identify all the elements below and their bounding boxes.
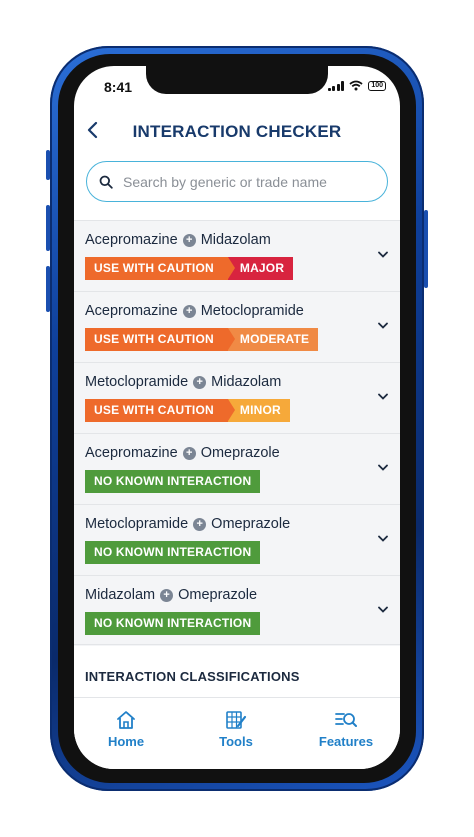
- search-input[interactable]: [123, 173, 387, 190]
- drug-b-label: Midazolam: [200, 232, 271, 248]
- badge-group: USE WITH CAUTION MODERATE: [85, 328, 319, 351]
- plus-icon: +: [182, 446, 196, 460]
- drug-pair: Acepromazine + Midazolam: [85, 232, 271, 248]
- interaction-row[interactable]: Metoclopramide + Omeprazole NO KNOWN INT…: [74, 504, 400, 574]
- chevron-down-icon[interactable]: [378, 464, 388, 471]
- drug-a-label: Metoclopramide: [85, 374, 189, 390]
- drug-pair: Acepromazine + Metoclopramide: [85, 303, 304, 319]
- tab-label: Features: [318, 734, 374, 749]
- interaction-row[interactable]: Acepromazine + Midazolam USE WITH CAUTIO…: [74, 220, 400, 290]
- app-header: INTERACTION CHECKER: [74, 110, 400, 150]
- drug-pair: Metoclopramide + Omeprazole: [85, 516, 290, 532]
- plus-icon: +: [193, 375, 207, 389]
- interaction-row[interactable]: Acepromazine + Omeprazole NO KNOWN INTER…: [74, 433, 400, 503]
- signal-icon: [327, 80, 345, 91]
- drug-pair: Acepromazine + Omeprazole: [85, 445, 280, 461]
- phone-side-button: [46, 266, 50, 312]
- interaction-list: Acepromazine + Midazolam USE WITH CAUTIO…: [74, 220, 400, 646]
- interaction-row[interactable]: Midazolam + Omeprazole NO KNOWN INTERACT…: [74, 575, 400, 645]
- badge-group: USE WITH CAUTION MINOR: [85, 399, 290, 422]
- tools-icon: [226, 711, 247, 729]
- severity-badge: MODERATE: [227, 328, 319, 351]
- badge-group: NO KNOWN INTERACTION: [85, 470, 261, 493]
- drug-b-label: Omeprazole: [200, 445, 280, 461]
- app-screen: 8:41 100 INTERACTION CHECKER Acepromazin…: [74, 66, 400, 769]
- caution-badge: USE WITH CAUTION: [85, 257, 228, 280]
- caution-badge: USE WITH CAUTION: [85, 328, 228, 351]
- battery-icon: 100: [368, 80, 386, 91]
- tab-features[interactable]: Features: [306, 710, 386, 749]
- bottom-tab-bar: Home Tools Features: [74, 697, 400, 769]
- drug-a-label: Acepromazine: [85, 232, 178, 248]
- tab-home[interactable]: Home: [86, 710, 166, 749]
- drug-b-label: Omeprazole: [211, 516, 291, 532]
- page-title: INTERACTION CHECKER: [132, 122, 342, 141]
- phone-side-button: [46, 205, 50, 251]
- drug-a-label: Midazolam: [85, 587, 156, 603]
- no-interaction-badge: NO KNOWN INTERACTION: [85, 470, 261, 493]
- badge-group: USE WITH CAUTION MAJOR: [85, 257, 294, 280]
- chevron-down-icon[interactable]: [378, 251, 388, 258]
- notch: [146, 66, 328, 94]
- home-icon: [117, 711, 135, 729]
- phone-side-button: [424, 210, 428, 288]
- wifi-icon: [349, 80, 363, 91]
- caution-badge: USE WITH CAUTION: [85, 399, 228, 422]
- chevron-down-icon[interactable]: [378, 322, 388, 329]
- status-time: 8:41: [104, 79, 133, 95]
- tab-label: Home: [107, 734, 145, 749]
- drug-a-label: Acepromazine: [85, 445, 178, 461]
- drug-pair: Metoclopramide + Midazolam: [85, 374, 281, 390]
- severity-badge: MINOR: [227, 399, 290, 422]
- interaction-row[interactable]: Metoclopramide + Midazolam USE WITH CAUT…: [74, 362, 400, 432]
- plus-icon: +: [160, 588, 174, 602]
- plus-icon: +: [193, 517, 207, 531]
- tab-tools[interactable]: Tools: [196, 710, 276, 749]
- drug-a-label: Metoclopramide: [85, 516, 189, 532]
- drug-b-label: Midazolam: [211, 374, 282, 390]
- search-bar[interactable]: [86, 161, 388, 202]
- chevron-down-icon[interactable]: [378, 393, 388, 400]
- plus-icon: +: [182, 304, 196, 318]
- tab-label: Tools: [219, 734, 253, 749]
- section-title: INTERACTION CLASSIFICATIONS: [85, 669, 300, 684]
- badge-group: NO KNOWN INTERACTION: [85, 612, 261, 635]
- chevron-down-icon[interactable]: [378, 535, 388, 542]
- interaction-row[interactable]: Acepromazine + Metoclopramide USE WITH C…: [74, 291, 400, 361]
- plus-icon: +: [182, 233, 196, 247]
- phone-side-button: [46, 150, 50, 180]
- no-interaction-badge: NO KNOWN INTERACTION: [85, 541, 261, 564]
- features-icon: [335, 713, 357, 727]
- no-interaction-badge: NO KNOWN INTERACTION: [85, 612, 261, 635]
- search-icon: [99, 175, 113, 189]
- drug-a-label: Acepromazine: [85, 303, 178, 319]
- severity-badge: MAJOR: [227, 257, 294, 280]
- drug-b-label: Omeprazole: [178, 587, 258, 603]
- chevron-down-icon[interactable]: [378, 606, 388, 613]
- badge-group: NO KNOWN INTERACTION: [85, 541, 261, 564]
- drug-b-label: Metoclopramide: [200, 303, 304, 319]
- drug-pair: Midazolam + Omeprazole: [85, 587, 257, 603]
- status-icons: 100: [327, 80, 386, 91]
